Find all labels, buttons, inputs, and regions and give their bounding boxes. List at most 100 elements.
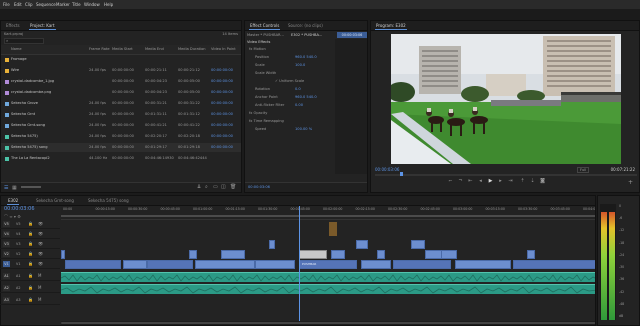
video-clip[interactable] xyxy=(61,250,65,259)
mark-out-icon[interactable]: ¬ xyxy=(457,178,464,185)
scrollbar-thumb[interactable] xyxy=(61,322,595,324)
effect-property-value[interactable]: 960.0 540.0 xyxy=(295,54,317,61)
new-item-icon[interactable]: ◫ xyxy=(221,184,226,190)
add-button-icon[interactable]: + xyxy=(628,179,633,186)
step-forward-icon[interactable]: ▸ xyxy=(497,178,504,185)
audio-clip[interactable] xyxy=(60,272,595,282)
video-clip[interactable] xyxy=(189,250,197,259)
track-target-toggle[interactable]: V4 xyxy=(3,231,10,237)
fit-dropdown[interactable]: Full xyxy=(577,167,590,173)
menu-marker[interactable]: Marker xyxy=(56,1,70,8)
track-header[interactable]: A3 A3 🔒 M xyxy=(0,295,60,305)
menu-edit[interactable]: Edit xyxy=(14,1,22,8)
effect-property-value[interactable]: 0.00 xyxy=(295,102,303,109)
effect-property-row[interactable]: Speed 100.00 % xyxy=(245,126,331,133)
effect-property-row[interactable]: Scale 100.0 xyxy=(245,62,331,69)
tab-source[interactable]: Source: (no clips) xyxy=(285,22,326,29)
eye-icon[interactable]: 👁 xyxy=(38,239,43,249)
effect-property-value[interactable]: 100.00 % xyxy=(295,126,312,133)
lock-icon[interactable]: 🔒 xyxy=(28,239,33,249)
lock-icon[interactable]: 🔒 xyxy=(28,283,33,293)
video-clip[interactable] xyxy=(527,250,535,259)
cell-name[interactable]: The La La Rentacopi2 xyxy=(11,154,50,163)
cell-name[interactable]: Sekecha Grove xyxy=(11,99,38,108)
mute-icon[interactable]: M xyxy=(38,283,41,293)
video-clip[interactable] xyxy=(455,260,511,269)
video-clip[interactable]: PUSHBAR xyxy=(299,260,357,269)
time-ruler[interactable]: 00:00 00:00:15:00 00:00:30:00 00:00:45:00 00… xyxy=(61,206,595,220)
video-clip[interactable] xyxy=(331,250,345,259)
track-header[interactable]: A1 A1 🔒 M xyxy=(0,271,60,281)
cell-name[interactable]: crystal-dadcombe_1.jpg xyxy=(11,77,54,86)
video-clip[interactable] xyxy=(393,260,451,269)
effect-property-value[interactable]: 960.0 540.0 xyxy=(295,94,317,101)
menu-title[interactable]: Title xyxy=(72,1,81,8)
table-row[interactable]: Sekecha Grnt 24.00 fps 00:00:00:00 00:01:31… xyxy=(1,110,241,119)
eye-icon[interactable]: 👁 xyxy=(38,219,43,229)
automate-icon[interactable]: ⇊ xyxy=(197,184,201,190)
program-timecode[interactable]: 00:00:03:06 xyxy=(375,167,399,172)
video-clip[interactable] xyxy=(269,240,275,249)
video-clip[interactable] xyxy=(221,250,245,259)
track-header[interactable]: A2 A2 🔒 M xyxy=(0,283,60,293)
cell-name[interactable]: Sekecha 5475) xyxy=(11,132,38,141)
go-to-in-icon[interactable]: ⇤ xyxy=(467,178,474,185)
effect-property-row[interactable]: Anchor Point 960.0 540.0 xyxy=(245,94,331,101)
play-icon[interactable]: ▶ xyxy=(487,178,494,185)
video-clip[interactable] xyxy=(356,240,368,249)
tab-sequence-grnt-song[interactable]: Sekecha Grnt-song xyxy=(33,197,77,204)
zoom-slider[interactable] xyxy=(21,186,41,188)
cell-name[interactable]: Sekecha 5475) song xyxy=(11,143,48,152)
col-media-end[interactable]: Media End xyxy=(145,45,164,54)
master-clip-label[interactable]: Master * PUSHBAR... xyxy=(247,32,284,38)
table-row[interactable]: Sekecha 5475) 24.00 fps 00:00:00:00 00:02:2… xyxy=(1,132,241,141)
lock-icon[interactable]: 🔒 xyxy=(28,271,33,281)
video-clip[interactable] xyxy=(377,250,385,259)
video-clip[interactable] xyxy=(513,260,595,269)
effect-property-value[interactable]: 100.0 xyxy=(295,62,305,69)
cell-name[interactable]: crystal-dadcombe.png xyxy=(11,88,51,97)
video-clip[interactable] xyxy=(65,260,121,269)
track-target-toggle[interactable]: A1 xyxy=(3,273,10,279)
effect-property-row[interactable]: Position 960.0 540.0 xyxy=(245,54,331,61)
effect-property-row[interactable]: Anti-flicker Filter 0.00 xyxy=(245,102,331,109)
video-clip[interactable] xyxy=(361,260,391,269)
effect-property-row[interactable]: Rotation 0.0 xyxy=(245,86,331,93)
track-area[interactable]: PUSHBAR xyxy=(60,206,595,322)
icon-view-icon[interactable]: ▦ xyxy=(12,185,17,191)
track-header[interactable]: V3 V3 🔒 👁 xyxy=(0,239,60,249)
video-clip[interactable] xyxy=(195,260,255,269)
table-row[interactable]: crystal-dadcombe.png 00:00:00:00 00:00:04:… xyxy=(1,88,241,97)
table-row[interactable]: Sekecha Grnt-song 24.00 fps 00:00:00:00 00:… xyxy=(1,121,241,130)
timeline-playhead[interactable] xyxy=(299,206,300,322)
lift-icon[interactable]: ⇡ xyxy=(519,178,526,185)
video-clip[interactable] xyxy=(123,260,147,269)
tab-project[interactable]: Project: Kart xyxy=(27,22,58,30)
track-target-toggle[interactable]: V2 xyxy=(3,251,10,257)
new-bin-icon[interactable]: ▭ xyxy=(213,184,218,190)
project-search-input[interactable]: ⌕ xyxy=(4,38,44,44)
menu-file[interactable]: File xyxy=(3,1,10,8)
tab-sequence-e302[interactable]: E302 xyxy=(5,197,21,205)
track-target-toggle[interactable]: V5 xyxy=(3,221,10,227)
eye-icon[interactable]: 👁 xyxy=(38,229,43,239)
cell-name[interactable]: Sekecha Grnt-song xyxy=(11,121,45,130)
table-row[interactable]: Sekecha 5475) song 24.00 fps 00:00:00:00 00… xyxy=(1,143,241,152)
export-frame-icon[interactable]: ◙ xyxy=(539,178,546,185)
menu-help[interactable]: Help xyxy=(104,1,113,8)
track-header[interactable]: V2 V2 🔒 👁 xyxy=(0,249,60,259)
track-target-toggle[interactable]: A2 xyxy=(3,285,10,291)
effect-property-value[interactable]: 0.0 xyxy=(295,86,301,93)
table-row[interactable]: Sekecha Grove 24.00 fps 00:00:00:00 00:00:3… xyxy=(1,99,241,108)
cell-name[interactable]: Wire xyxy=(11,66,19,75)
lock-icon[interactable]: 🔒 xyxy=(28,259,33,269)
tab-effect-controls[interactable]: Effect Controls xyxy=(247,22,282,30)
title-clip[interactable] xyxy=(299,250,327,259)
program-scrubber[interactable] xyxy=(375,172,637,176)
table-row[interactable]: The La La Rentacopi2 44.100 Hz 00:00:00:00… xyxy=(1,154,241,163)
mark-in-icon[interactable]: ⌐ xyxy=(447,178,454,185)
tab-program[interactable]: Program: E302 xyxy=(373,22,409,30)
col-media-duration[interactable]: Media Duration xyxy=(178,45,206,54)
timeline-timecode[interactable]: 00:00:03:06 xyxy=(4,206,35,213)
effect-property-row[interactable]: fx Time Remapping xyxy=(245,118,331,125)
